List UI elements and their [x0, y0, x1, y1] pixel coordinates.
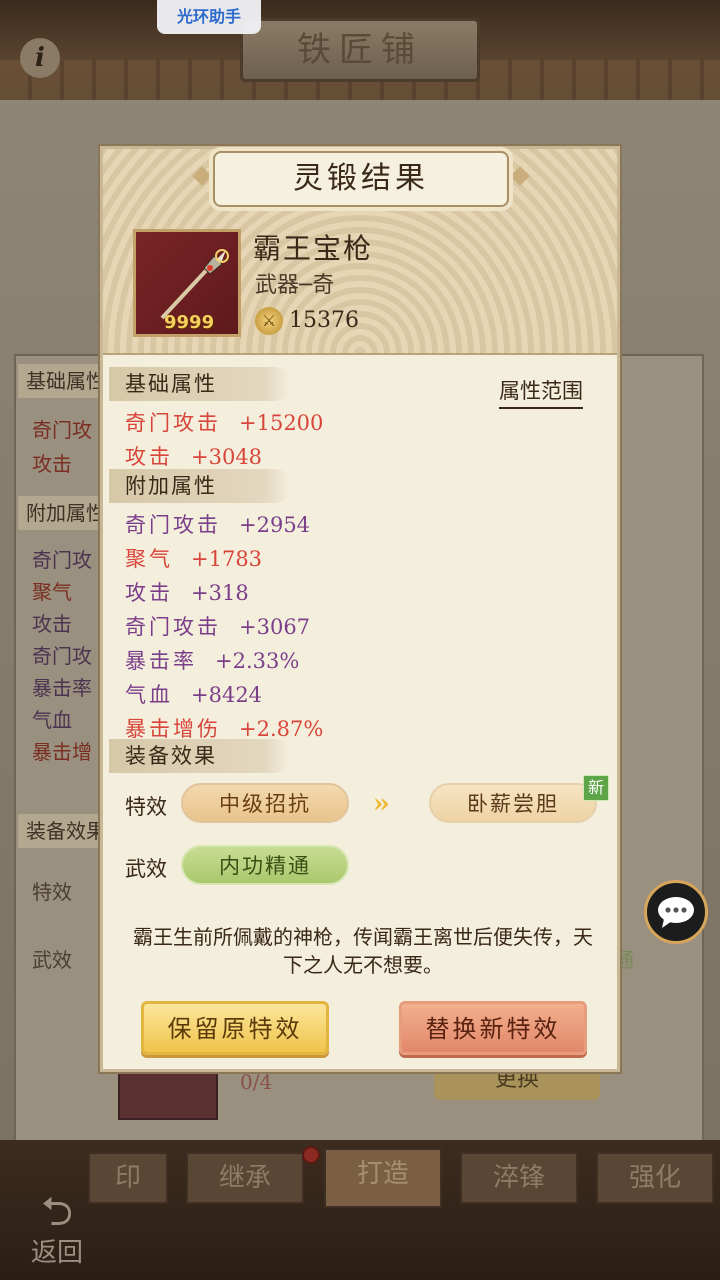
stat-value: +2.87%: [239, 717, 324, 741]
equip-effects-header: 装备效果: [109, 739, 291, 773]
stat-value: +2954: [239, 513, 311, 537]
stat-value: +318: [191, 581, 249, 605]
new-badge: 新: [583, 775, 609, 801]
weapon-effect[interactable]: 内功精通: [181, 845, 349, 885]
stat-name: 攻击: [125, 581, 173, 605]
weapon-effect-label: 武效: [125, 857, 167, 881]
extra-attributes-header: 附加属性: [109, 469, 291, 503]
power-value: 15376: [289, 308, 359, 333]
bg-stat-label: 暴击率: [32, 676, 92, 700]
bg-stat-label: 奇门攻: [32, 418, 92, 442]
item-count: 9999: [164, 312, 215, 333]
stat-name: 奇门攻击: [125, 411, 221, 435]
stat-name: 奇门攻击: [125, 615, 221, 639]
stat-value: +3048: [191, 445, 263, 469]
basic-stat-row: 攻击 +3048: [125, 441, 262, 471]
tab-seal[interactable]: 印: [88, 1152, 168, 1204]
tab-temper[interactable]: 淬锋: [460, 1152, 578, 1204]
keep-original-effect-button[interactable]: 保留原特效: [141, 1001, 329, 1055]
special-effect-label: 特效: [125, 795, 167, 819]
current-special-effect[interactable]: 中级招抗: [181, 783, 349, 823]
item-icon[interactable]: 9999: [133, 229, 241, 337]
stat-value: +15200: [239, 411, 324, 435]
bg-stat-label: 奇门攻: [32, 644, 92, 668]
item-power: ⚔ 15376: [255, 307, 359, 335]
material-count: 0/4: [240, 1070, 273, 1094]
extra-stat-row: 气血 +8424: [125, 679, 262, 709]
replace-new-effect-button[interactable]: 替换新特效: [399, 1001, 587, 1055]
basic-attributes-header: 基础属性: [109, 367, 291, 401]
tab-forge[interactable]: 打造: [324, 1148, 442, 1208]
title-ornament-icon: [192, 166, 212, 186]
tab-inherit[interactable]: 继承: [186, 1152, 304, 1204]
back-button[interactable]: ⮌ 返回: [22, 1189, 92, 1268]
forge-result-dialog: 灵锻结果 9999 霸王宝枪 武器─奇 ⚔ 15376 基础属性 属性范围 奇门攻…: [100, 146, 620, 1072]
assistant-badge[interactable]: 光环助手: [157, 0, 261, 34]
bg-stat-label: 聚气: [32, 580, 72, 604]
stat-name: 攻击: [125, 445, 173, 469]
item-type: 武器─奇: [255, 273, 335, 298]
extra-stat-row: 聚气 +1783: [125, 543, 262, 573]
bg-stat-label: 攻击: [32, 452, 72, 476]
tab-enhance[interactable]: 强化: [596, 1152, 714, 1204]
item-name: 霸王宝枪: [253, 232, 374, 265]
extra-stat-row: 奇门攻击 +3067: [125, 611, 310, 641]
title-ornament-icon: [510, 166, 530, 186]
dialog-header: 灵锻结果 9999 霸王宝枪 武器─奇 ⚔ 15376: [103, 149, 617, 355]
shop-title: 铁匠铺: [240, 18, 480, 82]
bg-stat-label: 攻击: [32, 612, 72, 636]
stat-name: 聚气: [125, 547, 173, 571]
stat-name: 暴击率: [125, 649, 197, 673]
back-arrow-icon: ⮌: [40, 1189, 74, 1235]
stat-name: 奇门攻击: [125, 513, 221, 537]
extra-stat-row: 奇门攻击 +2954: [125, 509, 310, 539]
stat-name: 气血: [125, 683, 173, 707]
notification-dot: [302, 1146, 320, 1164]
double-chevron-right-icon: ››: [373, 789, 390, 819]
info-icon[interactable]: i: [20, 38, 60, 78]
bg-effect-label: 特效: [32, 880, 72, 904]
bg-stat-label: 奇门攻: [32, 548, 92, 572]
basic-stat-row: 奇门攻击 +15200: [125, 407, 323, 437]
power-icon: ⚔: [255, 307, 283, 335]
new-special-effect[interactable]: 卧薪尝胆: [429, 783, 597, 823]
stat-value: +3067: [239, 615, 311, 639]
chat-bubble-icon[interactable]: [644, 880, 708, 944]
stat-value: +1783: [191, 547, 263, 571]
back-label: 返回: [30, 1238, 83, 1268]
stat-value: +8424: [191, 683, 263, 707]
bg-stat-label: 暴击增: [32, 740, 92, 764]
bg-effect-label: 武效: [32, 948, 72, 972]
stat-value: +2.33%: [215, 649, 300, 673]
extra-stat-row: 暴击率 +2.33%: [125, 645, 299, 675]
dialog-title: 灵锻结果: [213, 151, 509, 207]
item-description: 霸王生前所佩戴的神枪，传闻霸王离世后便失传，天下之人无不想要。: [133, 925, 593, 977]
bg-stat-label: 气血: [32, 708, 72, 732]
attribute-range-link[interactable]: 属性范围: [499, 375, 583, 409]
extra-stat-row: 攻击 +318: [125, 577, 249, 607]
